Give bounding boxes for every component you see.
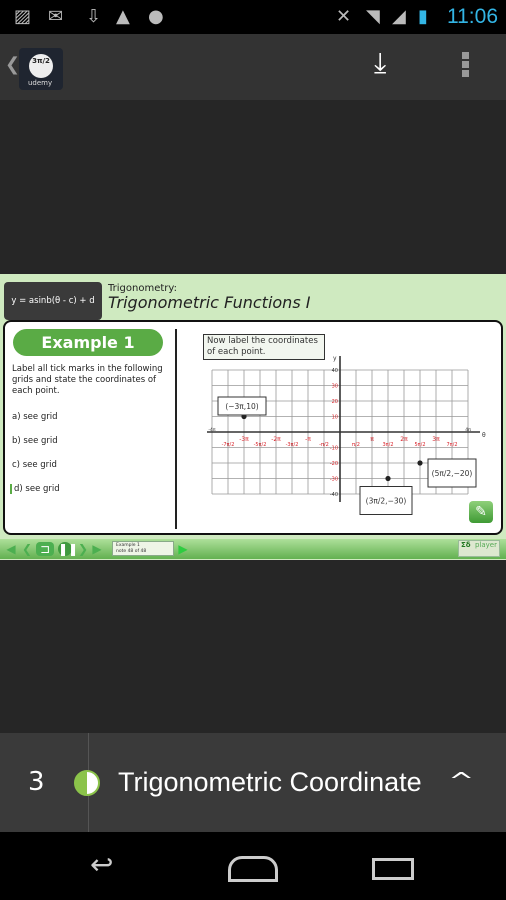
next-icon[interactable]: ❯ bbox=[76, 542, 90, 556]
clock: 11:06 bbox=[447, 5, 498, 28]
recents-icon[interactable] bbox=[372, 858, 414, 880]
lesson-title: Trigonometric Functions I bbox=[108, 293, 311, 312]
navigation-bar: ↩ bbox=[0, 832, 506, 900]
download-notification-icon: ⇩ bbox=[86, 6, 102, 27]
replay-icon[interactable]: ⊐ bbox=[36, 542, 54, 556]
android-icon: ● bbox=[148, 6, 164, 27]
slide-info[interactable]: Example 1 note 48 of 48 bbox=[112, 541, 174, 556]
y-tick-label: -10 bbox=[330, 446, 338, 452]
data-point bbox=[417, 460, 423, 466]
y-tick-label: 20 bbox=[332, 399, 338, 405]
warning-icon: ▲ bbox=[116, 6, 130, 27]
x-tick-label: 4π bbox=[465, 427, 471, 433]
x-tick-label: π bbox=[370, 436, 374, 443]
x-tick-label: -3π bbox=[239, 436, 249, 443]
x-tick-label: -7π/2 bbox=[222, 442, 235, 448]
x-axis-label: θ bbox=[482, 432, 486, 439]
video-player[interactable]: y = asinb(θ - c) + d Trigonometry: Trigo… bbox=[0, 274, 506, 560]
back-icon[interactable]: ↩ bbox=[90, 848, 113, 881]
app-logo[interactable]: 3π/2 udemy bbox=[19, 48, 63, 90]
point-label: (5π/2,−20) bbox=[432, 469, 473, 478]
y-tick-label: 40 bbox=[332, 368, 338, 374]
logo-brand: udemy bbox=[28, 79, 53, 87]
x-tick-label: -5π/2 bbox=[254, 442, 267, 448]
x-tick-label: 7π/2 bbox=[446, 442, 457, 448]
mute-icon: ✕ bbox=[336, 6, 352, 27]
x-tick-label: 5π/2 bbox=[414, 442, 425, 448]
player-logo-icon: Σδ bbox=[461, 541, 471, 549]
lecture-number: 3 bbox=[28, 767, 45, 797]
gmail-icon: ✉ bbox=[48, 6, 64, 27]
data-point bbox=[385, 475, 391, 482]
player-brand-text: player bbox=[474, 541, 497, 549]
play-next-icon[interactable]: ▶ bbox=[176, 542, 190, 556]
pause-icon[interactable]: ❚❚ bbox=[58, 542, 78, 556]
y-tick-label: 30 bbox=[332, 384, 338, 390]
y-tick-label: -30 bbox=[330, 477, 338, 483]
download-icon[interactable]: ⤓ bbox=[374, 48, 386, 78]
gallery-icon: ▨ bbox=[14, 6, 32, 27]
battery-icon: ▮ bbox=[418, 6, 428, 27]
app-bar: ❮ ⤓ bbox=[0, 34, 506, 100]
home-icon[interactable] bbox=[228, 856, 278, 882]
notes-edit-icon[interactable]: ✎ bbox=[469, 501, 493, 523]
x-tick-label: -3π/2 bbox=[286, 442, 299, 448]
player-brand: Σδ player bbox=[458, 540, 500, 557]
x-tick-label: -2π bbox=[271, 436, 281, 443]
slide-board: Example 1 Label all tick marks in the fo… bbox=[3, 320, 503, 535]
y-tick-label: -40 bbox=[330, 492, 338, 498]
wifi-icon: ◥ bbox=[366, 6, 380, 27]
slide-position: note 48 of 48 bbox=[116, 549, 147, 554]
x-tick-label: -π/2 bbox=[319, 442, 329, 448]
y-tick-label: 10 bbox=[332, 415, 338, 421]
previous-icon[interactable]: ❮ bbox=[20, 542, 34, 556]
point-label: (−3π,10) bbox=[225, 402, 258, 411]
x-tick-label: 2π bbox=[400, 436, 408, 443]
playback-controls: ◀ ❮ ⊐ ❚❚ ❯ ▶ Example 1 note 48 of 48 ▶ Σ… bbox=[0, 539, 506, 559]
lecture-panel[interactable]: 3 Trigonometric Coordinate ^ bbox=[0, 733, 506, 832]
lecture-title: Trigonometric Coordinate bbox=[118, 767, 422, 797]
point-label: (3π/2,−30) bbox=[366, 497, 407, 506]
signal-icon: ◢ bbox=[392, 6, 406, 27]
logo-badge: 3π/2 bbox=[29, 54, 53, 78]
x-tick-label: 3π/2 bbox=[382, 442, 393, 448]
status-bar: ▨ ✉ ⇩ ▲ ● ✕ ◥ ◢ ▮ 11:06 bbox=[0, 0, 506, 34]
y-axis-label: y bbox=[333, 355, 337, 362]
coordinate-grid: y θ 40 30 20 10 -10 -20 -30 -40 π/2 π 3π/2 2π 5π/2 3π 7π… bbox=[207, 355, 486, 515]
x-tick-label: -π bbox=[305, 436, 311, 443]
x-tick-label: π/2 bbox=[352, 442, 360, 448]
y-tick-label: -20 bbox=[330, 461, 338, 467]
back-chevron-icon[interactable]: ❮ bbox=[5, 54, 20, 75]
x-tick-label: 3π bbox=[432, 436, 440, 443]
first-slide-icon[interactable]: ◀ bbox=[4, 542, 18, 556]
last-slide-icon[interactable]: ▶ bbox=[90, 542, 104, 556]
x-tick-label: -4π bbox=[208, 427, 215, 433]
formula-badge: y = asinb(θ - c) + d bbox=[4, 282, 102, 320]
progress-indicator bbox=[74, 770, 100, 796]
expand-up-icon[interactable]: ^ bbox=[448, 769, 474, 794]
overflow-menu-icon[interactable] bbox=[462, 52, 470, 77]
